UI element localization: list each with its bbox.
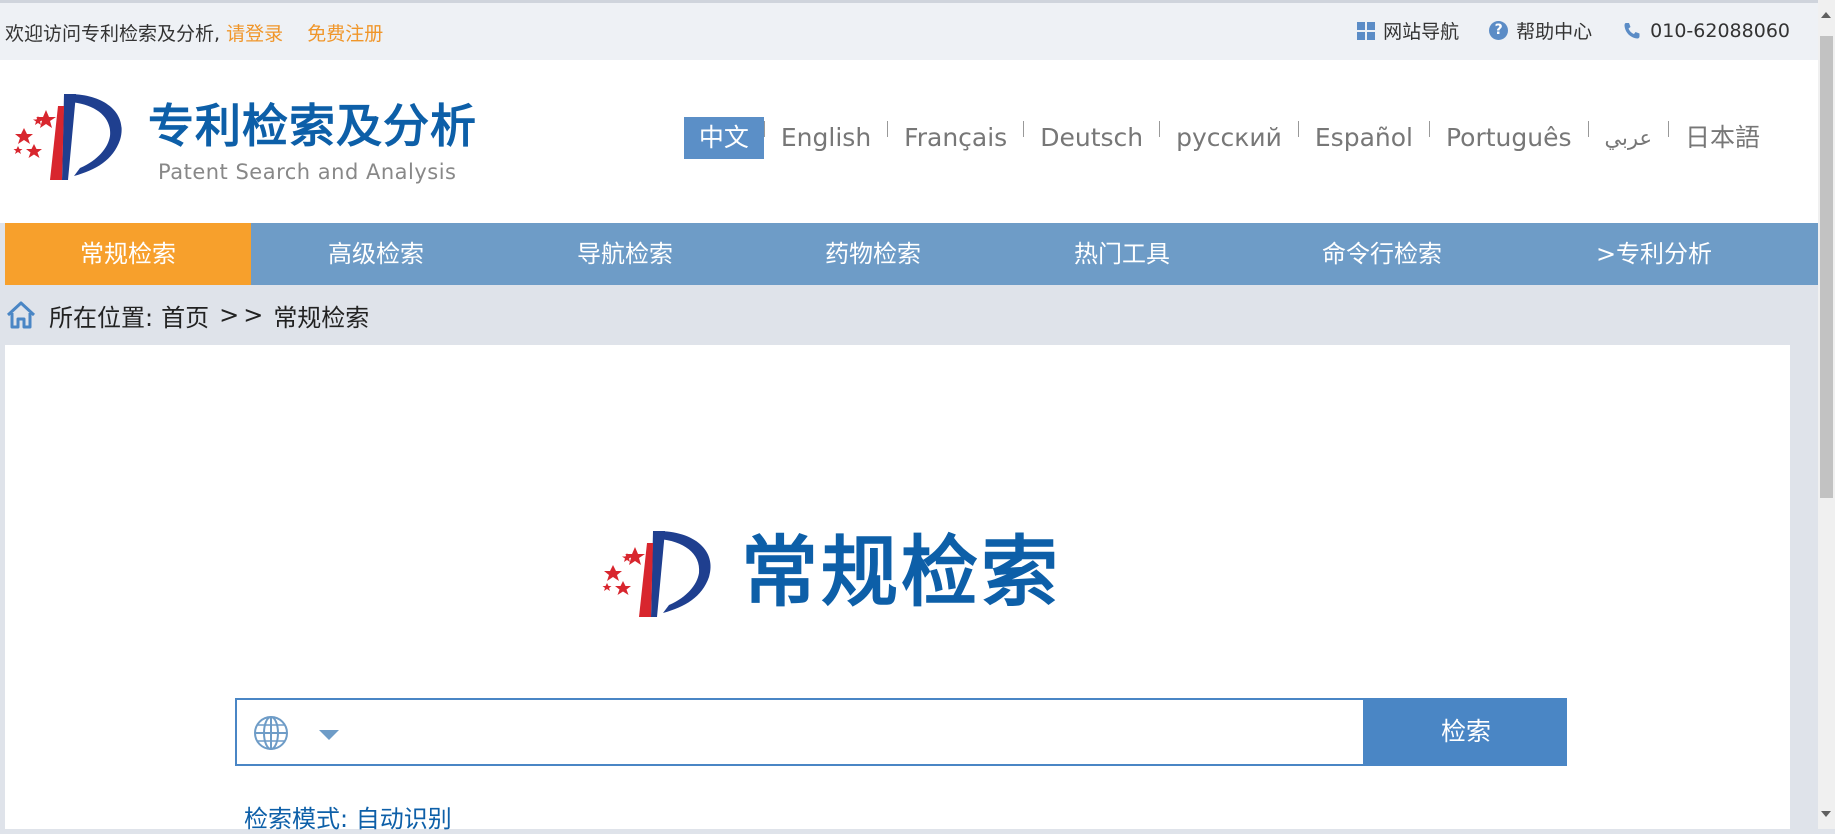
lang-chinese[interactable]: 中文 xyxy=(683,117,764,159)
scrollbar-thumb[interactable] xyxy=(1820,36,1833,498)
lang-russian[interactable]: русский xyxy=(1160,117,1298,159)
site-nav-label: 网站导航 xyxy=(1383,21,1460,43)
main-panel: 常规检索 检索 检索模式: 自动识别 xyxy=(5,345,1790,833)
search-button[interactable]: 检索 xyxy=(1365,698,1567,766)
scroll-up-icon[interactable] xyxy=(1821,12,1831,18)
site-logo[interactable] xyxy=(6,88,131,188)
lang-portuguese[interactable]: Português xyxy=(1430,117,1588,159)
phone-contact: 010-62088060 xyxy=(1622,20,1790,42)
lang-spanish[interactable]: Español xyxy=(1299,117,1429,159)
breadcrumb: 所在位置: 首页 >> 常规检索 xyxy=(0,285,1818,345)
breadcrumb-home-link[interactable]: 首页 xyxy=(161,298,209,333)
patent-logo-icon xyxy=(602,531,711,617)
help-label: 帮助中心 xyxy=(1516,21,1593,43)
register-link[interactable]: 免费注册 xyxy=(307,23,383,45)
login-link[interactable]: 请登录 xyxy=(226,23,283,45)
scroll-down-icon[interactable] xyxy=(1821,811,1831,817)
phone-icon xyxy=(1624,22,1640,38)
top-bar: 欢迎访问专利检索及分析, 请登录 免费注册 网站导航 ? 帮助中心 010-62… xyxy=(0,0,1818,60)
patent-logo-icon xyxy=(13,94,122,180)
site-header: 专利检索及分析 Patent Search and Analysis 中文 En… xyxy=(0,60,1818,223)
site-subtitle: Patent Search and Analysis xyxy=(158,160,457,184)
lang-arabic[interactable]: عربي xyxy=(1589,117,1668,159)
lang-german[interactable]: Deutsch xyxy=(1024,117,1159,159)
site-nav-link[interactable]: 网站导航 xyxy=(1357,17,1459,44)
phone-number: 010-62088060 xyxy=(1650,19,1790,42)
welcome-label: 欢迎访问专利检索及分析, xyxy=(5,23,221,45)
chevron-down-icon[interactable] xyxy=(319,730,339,740)
grid-icon xyxy=(1357,21,1376,40)
lang-english[interactable]: English xyxy=(765,117,887,159)
lang-japanese[interactable]: 日本語 xyxy=(1669,117,1776,159)
nav-item-advanced-search[interactable]: 高级检索 xyxy=(251,223,501,285)
nav-item-hot-tools[interactable]: 热门工具 xyxy=(997,223,1247,285)
help-center-link[interactable]: ? 帮助中心 xyxy=(1489,17,1592,44)
breadcrumb-prefix: 所在位置: xyxy=(49,303,154,332)
welcome-text: 欢迎访问专利检索及分析, 请登录 免费注册 xyxy=(5,19,383,46)
lang-french[interactable]: Français xyxy=(888,117,1023,159)
nav-item-command-search[interactable]: 命令行检索 xyxy=(1247,223,1517,285)
breadcrumb-current: 常规检索 xyxy=(273,303,370,332)
home-icon[interactable] xyxy=(5,300,37,330)
nav-item-drug-search[interactable]: 药物检索 xyxy=(749,223,997,285)
help-icon: ? xyxy=(1489,21,1509,40)
search-page-title: 常规检索 xyxy=(741,529,1061,618)
main-nav: 常规检索 高级检索 导航检索 药物检索 热门工具 命令行检索 >专利分析 xyxy=(5,223,1818,285)
breadcrumb-separator: >> xyxy=(219,301,268,329)
search-input[interactable] xyxy=(352,708,1356,758)
nav-item-navigation-search[interactable]: 导航检索 xyxy=(501,223,749,285)
nav-item-patent-analysis[interactable]: >专利分析 xyxy=(1517,223,1791,285)
search-bar: 检索 xyxy=(235,698,1567,766)
vertical-scrollbar[interactable] xyxy=(1818,0,1835,829)
language-switcher: 中文 English Français Deutsch русский Espa… xyxy=(683,117,1776,159)
nav-item-regular-search[interactable]: 常规检索 xyxy=(5,223,251,285)
search-box xyxy=(235,698,1365,766)
globe-icon[interactable] xyxy=(253,715,289,751)
site-title: 专利检索及分析 xyxy=(148,99,477,153)
